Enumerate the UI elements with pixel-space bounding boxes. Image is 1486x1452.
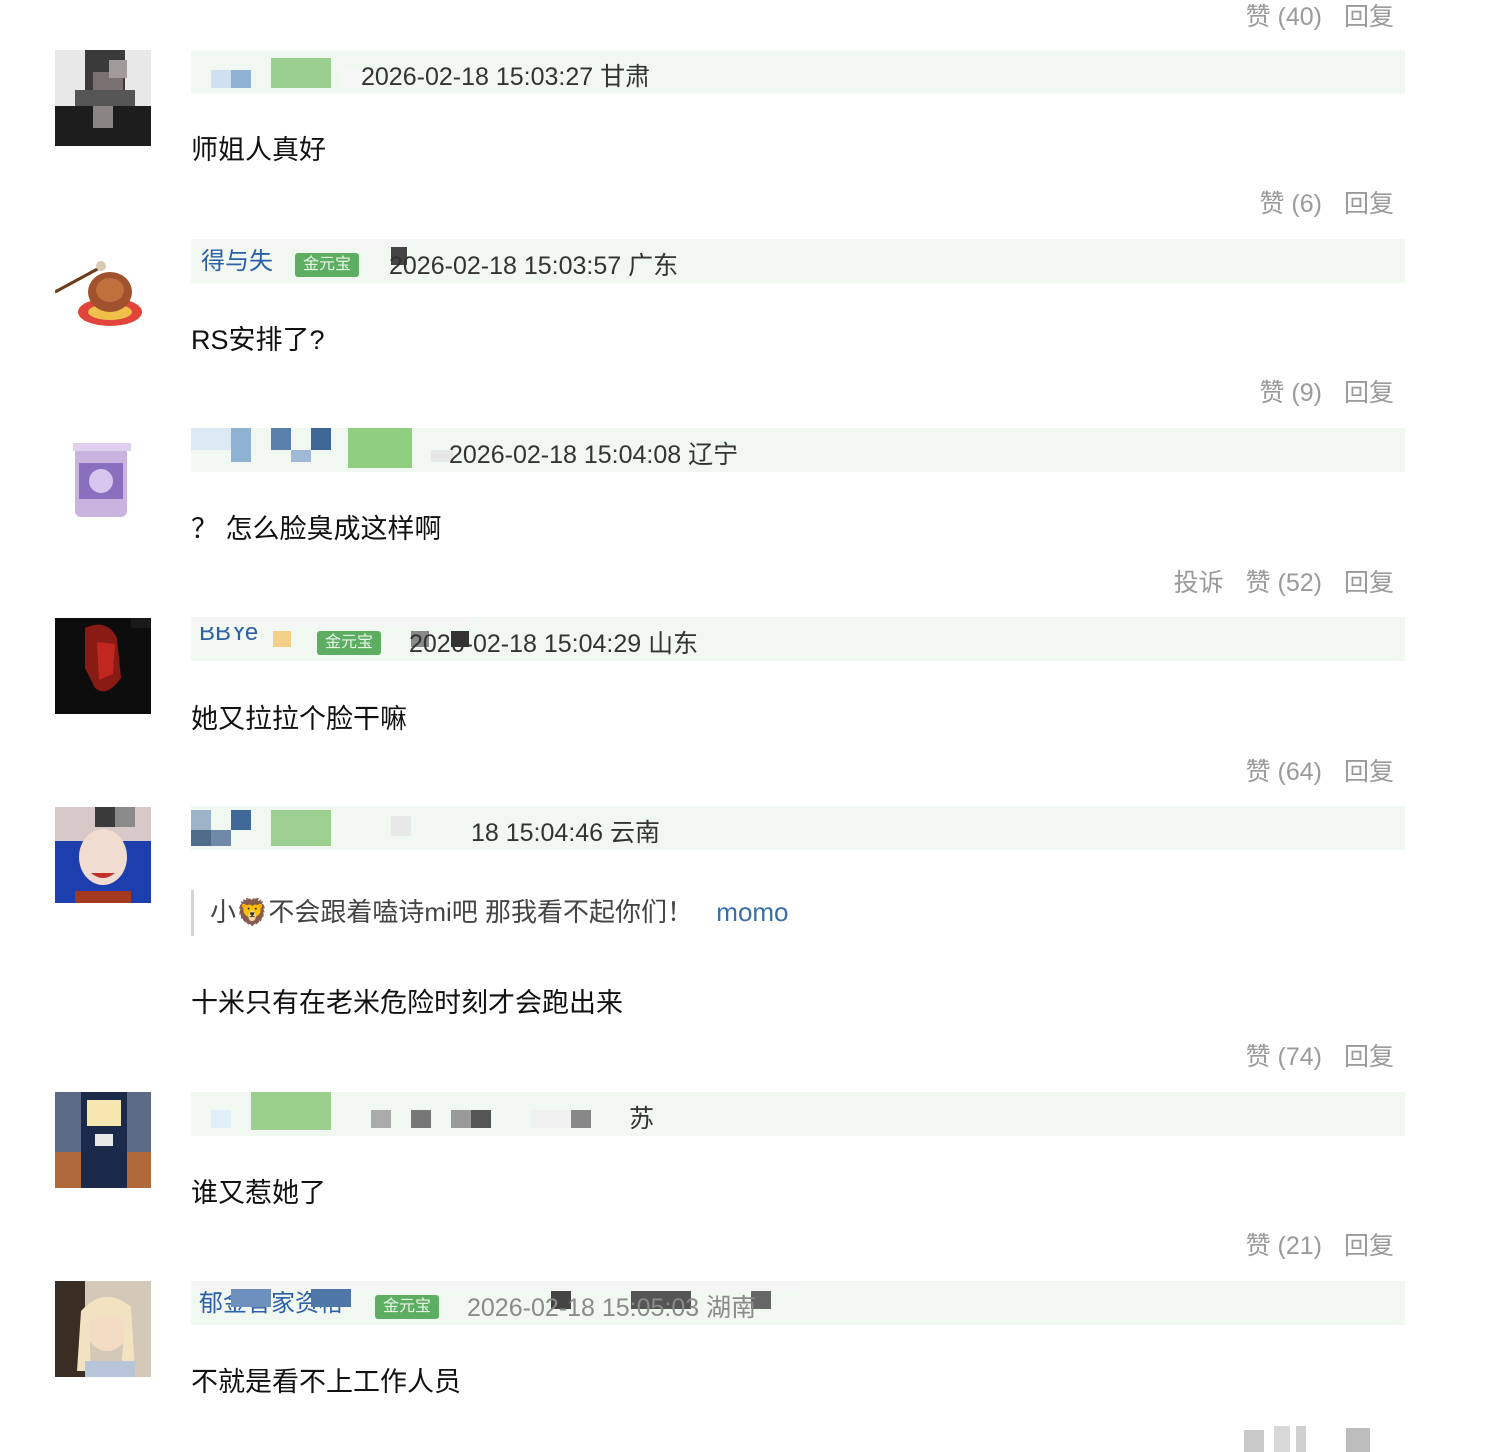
- like-button[interactable]: 赞 (40): [1246, 0, 1322, 33]
- cut-off-actions: [1230, 1416, 1410, 1452]
- like-button[interactable]: 赞 (74): [1246, 1037, 1322, 1073]
- reply-button[interactable]: 回复: [1344, 752, 1394, 788]
- quote-text: 小🦁不会跟着嗑诗mi吧 那我看不起你们！: [210, 897, 694, 927]
- like-button[interactable]: 赞 (9): [1259, 373, 1322, 409]
- vip-badge: 金元宝: [375, 1295, 439, 1319]
- reply-button[interactable]: 回复: [1344, 373, 1394, 409]
- quoted-reply: 小🦁不会跟着嗑诗mi吧 那我看不起你们！ momo: [191, 890, 789, 936]
- comment-0-actions: 赞 (40) 回复: [1246, 0, 1394, 33]
- timestamp-location: 2026-02-18 15:03:57 广东: [389, 252, 679, 280]
- like-button[interactable]: 赞 (21): [1246, 1226, 1322, 1262]
- comment-actions: 赞 (74) 回复: [1246, 1037, 1394, 1073]
- comment-text: RS安排了?: [191, 325, 325, 355]
- timestamp-location: 2026-02-18 15:04:08 辽宁: [449, 441, 739, 469]
- like-button[interactable]: 赞 (52): [1246, 563, 1322, 599]
- comment-text: 她又拉拉个脸干嘛: [191, 704, 407, 734]
- avatar[interactable]: [55, 1281, 151, 1377]
- avatar[interactable]: [55, 240, 151, 336]
- timestamp-location: 苏: [629, 1105, 655, 1133]
- comment-meta: 苏: [191, 1092, 1405, 1136]
- comment-text: 谁又惹她了: [191, 1178, 326, 1208]
- comment-meta: BBYe 金元宝 2026-02-18 15:04:29 山东: [191, 617, 1405, 661]
- vip-badge: 金元宝: [295, 253, 359, 277]
- avatar[interactable]: [55, 50, 151, 146]
- comment-meta: 2026-02-18 15:03:27 甘肃: [191, 50, 1405, 94]
- reply-button[interactable]: 回复: [1344, 1037, 1394, 1073]
- vip-badge: 金元宝: [317, 631, 381, 655]
- timestamp-location: 2026-02-18 15:04:29 山东: [409, 630, 699, 658]
- timestamp-location: 2026-02-18 15:05:03 湖南: [467, 1294, 757, 1322]
- comment-actions: 投诉 赞 (52) 回复: [1174, 563, 1394, 599]
- comment-meta: 18 15:04:46 云南: [191, 806, 1405, 850]
- avatar[interactable]: [55, 433, 151, 529]
- comment-actions: 赞 (6) 回复: [1259, 184, 1394, 220]
- reply-button[interactable]: 回复: [1344, 184, 1394, 220]
- like-button[interactable]: 赞 (64): [1246, 752, 1322, 788]
- comment-meta: 得与失 金元宝 2026-02-18 15:03:57 广东: [191, 239, 1405, 283]
- report-button[interactable]: 投诉: [1174, 563, 1224, 599]
- comment-actions: 赞 (21) 回复: [1246, 1226, 1394, 1262]
- comment-text: 十米只有在老米危险时刻才会跑出来: [191, 988, 623, 1018]
- comment-text: 不就是看不上工作人员: [191, 1367, 461, 1397]
- reply-button[interactable]: 回复: [1344, 1226, 1394, 1262]
- timestamp-location: 18 15:04:46 云南: [471, 819, 661, 847]
- reply-button[interactable]: 回复: [1344, 0, 1394, 33]
- comment-text: ？ 怎么脸臭成这样啊: [191, 514, 442, 544]
- reply-button[interactable]: 回复: [1344, 563, 1394, 599]
- avatar[interactable]: [55, 1092, 151, 1188]
- avatar[interactable]: [55, 618, 151, 714]
- comment-actions: 赞 (64) 回复: [1246, 752, 1394, 788]
- comment-actions: 赞 (9) 回复: [1259, 373, 1394, 409]
- comment-meta: 2026-02-18 15:04:08 辽宁: [191, 428, 1405, 472]
- like-button[interactable]: 赞 (6): [1259, 184, 1322, 220]
- timestamp-location: 2026-02-18 15:03:27 甘肃: [361, 63, 651, 91]
- avatar[interactable]: [55, 807, 151, 903]
- comment-text: 师姐人真好: [191, 135, 326, 165]
- quote-author-link[interactable]: momo: [716, 897, 788, 927]
- comment-meta: 郁金香家资格 金元宝 2026-02-18 15:05:03 湖南: [191, 1281, 1405, 1325]
